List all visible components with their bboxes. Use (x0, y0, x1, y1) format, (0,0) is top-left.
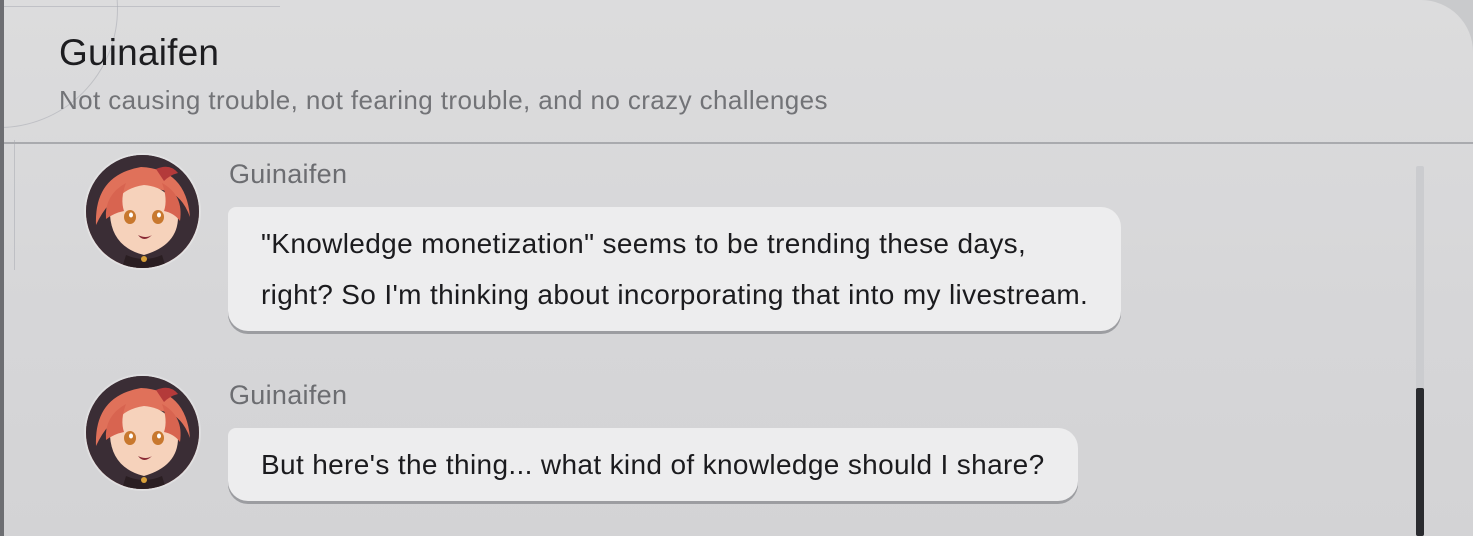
message-bubble: "Knowledge monetization" seems to be tre… (228, 207, 1122, 331)
header-divider (4, 142, 1473, 144)
chat-panel: Guinaifen Not causing trouble, not feari… (0, 0, 1473, 536)
contact-name-title: Guinaifen (59, 32, 220, 73)
avatar[interactable] (86, 376, 199, 489)
message-sender-name: Guinaifen (229, 159, 348, 189)
message-sender-name: Guinaifen (229, 380, 348, 410)
panel-left-edge (0, 0, 4, 536)
character-portrait-icon (86, 155, 199, 268)
message-bubble: But here's the thing... what kind of kno… (228, 428, 1078, 501)
character-portrait-icon (86, 376, 199, 489)
scrollbar-thumb[interactable] (1416, 388, 1424, 536)
avatar[interactable] (86, 155, 199, 268)
contact-signature: Not causing trouble, not fearing trouble… (59, 85, 828, 115)
decorative-line-vertical (14, 140, 15, 270)
decorative-line (0, 6, 280, 7)
